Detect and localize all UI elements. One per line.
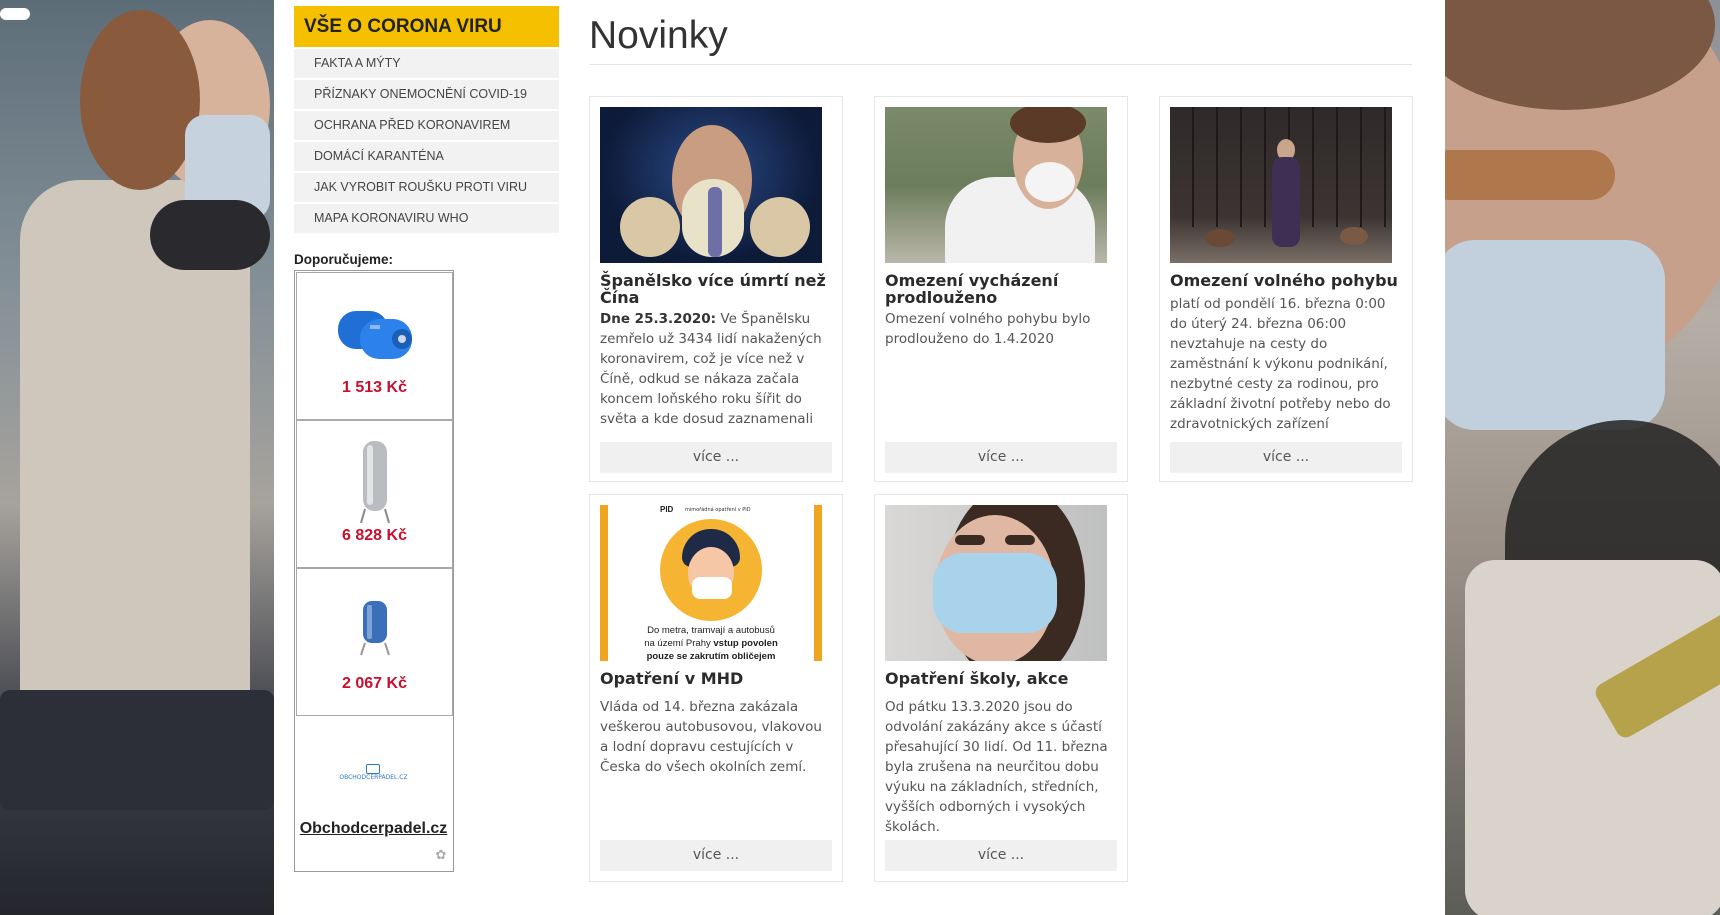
recommend-label: Doporučujeme: [294, 252, 394, 267]
ad-price: 6 828 Kč [342, 527, 407, 544]
sidebar-menu: VŠE O CORONA VIRU FAKTA A MÝTY PŘÍZNAKY … [294, 6, 559, 233]
news-card-text: Dne 25.3.2020: Ve Španělsku zemřelo už 3… [600, 309, 832, 439]
news-card: Omezení vycházení prodlouženo Omezení vo… [874, 96, 1128, 482]
background-photo-left [0, 0, 274, 915]
sidebar-item-domaci-karantena[interactable]: DOMÁCÍ KARANTÉNA [294, 142, 559, 171]
more-button[interactable]: více ... [600, 442, 832, 473]
ad-item[interactable]: 2 067 Kč [296, 568, 453, 716]
image-caption-top: mimořádná opatření v PID [685, 507, 751, 513]
ad-brand-block[interactable]: OBCHODCERPADEL.CZ Obchodcerpadel.cz ✿ [296, 716, 451, 866]
news-image[interactable] [885, 505, 1107, 661]
news-card-title[interactable]: Opatření v MHD [600, 670, 830, 687]
news-card-title[interactable]: Španělsko více úmrtí než Čína [600, 272, 830, 306]
news-card-text: Od pátku 13.3.2020 jsou do odvolání zaká… [885, 699, 1108, 835]
news-card: Opatření školy, akce Od pátku 13.3.2020 … [874, 494, 1128, 882]
news-card: Omezení volného pohybu platí od pondělí … [1159, 96, 1413, 482]
news-card-date: Dne 25.3.2020: [600, 311, 717, 327]
more-button[interactable]: více ... [885, 840, 1117, 871]
news-image[interactable] [1170, 107, 1392, 263]
ad-price: 1 513 Kč [342, 379, 407, 396]
news-card-title[interactable]: Opatření školy, akce [885, 670, 1115, 687]
more-button[interactable]: více ... [600, 840, 832, 871]
page-content: VŠE O CORONA VIRU FAKTA A MÝTY PŘÍZNAKY … [274, 2, 1445, 915]
page-title: Novinky [589, 14, 728, 57]
title-divider [589, 64, 1412, 65]
ad-logo: OBCHODCERPADEL.CZ [339, 774, 408, 781]
more-button[interactable]: více ... [885, 442, 1117, 473]
news-card-title[interactable]: Omezení vycházení prodlouženo [885, 272, 1115, 306]
image-caption-line1: Do metra, tramvají a autobusů [647, 625, 775, 636]
blue-vessel-icon [359, 601, 390, 656]
more-button[interactable]: více ... [1170, 442, 1402, 473]
sidebar-item-ochrana[interactable]: OCHRANA PŘED KORONAVIREM [294, 111, 559, 140]
ad-price: 2 067 Kč [342, 675, 407, 692]
sidebar-item-fakta-a-myty[interactable]: FAKTA A MÝTY [294, 49, 559, 78]
sidebar-item-rouska[interactable]: JAK VYROBIT ROUŠKU PROTI VIRU [294, 173, 559, 202]
news-image[interactable] [600, 107, 822, 263]
image-caption-line3: pouze se zakrutím obličejem [646, 651, 776, 661]
sidebar-item-mapa-who[interactable]: MAPA KORONAVIRU WHO [294, 204, 559, 233]
ad-brand-link[interactable]: Obchodcerpadel.cz [296, 820, 451, 838]
steel-tank-icon [359, 441, 390, 524]
news-image[interactable] [885, 107, 1107, 263]
ad-item[interactable]: 6 828 Kč [296, 420, 453, 568]
news-card: Španělsko více úmrtí než Čína Dne 25.3.2… [589, 96, 843, 482]
news-card: PID mimořádná opatření v PID Do metra, t… [589, 494, 843, 882]
blue-pressure-tank-icon [337, 311, 412, 359]
background-photo-right [1445, 0, 1720, 915]
news-card-text: Omezení volného pohybu bylo prodlouženo … [885, 311, 1091, 347]
ad-info-icon[interactable]: ✿ [433, 848, 449, 864]
news-card-body: Ve Španělsku zemřelo už 3434 lidí nakaže… [600, 311, 822, 427]
news-image[interactable]: PID mimořádná opatření v PID Do metra, t… [600, 505, 822, 661]
pump-logo-icon [366, 764, 380, 774]
news-card-text: Vláda od 14. března zakázala veškerou au… [600, 699, 822, 775]
menu-title: VŠE O CORONA VIRU [294, 6, 559, 47]
pid-logo: PID [660, 505, 674, 514]
sidebar-item-priznaky[interactable]: PŘÍZNAKY ONEMOCNĚNÍ COVID-19 [294, 80, 559, 109]
news-card-text: platí od pondělí 16. března 0:00 do úter… [1170, 296, 1391, 432]
news-card-title[interactable]: Omezení volného pohybu [1170, 272, 1400, 289]
ad-box: 1 513 Kč 6 828 Kč 2 067 Kč OBCHODCERPADE… [294, 270, 454, 872]
image-caption-line2: na území Prahy vstup povolen [644, 638, 778, 649]
ad-item[interactable]: 1 513 Kč [296, 272, 453, 420]
